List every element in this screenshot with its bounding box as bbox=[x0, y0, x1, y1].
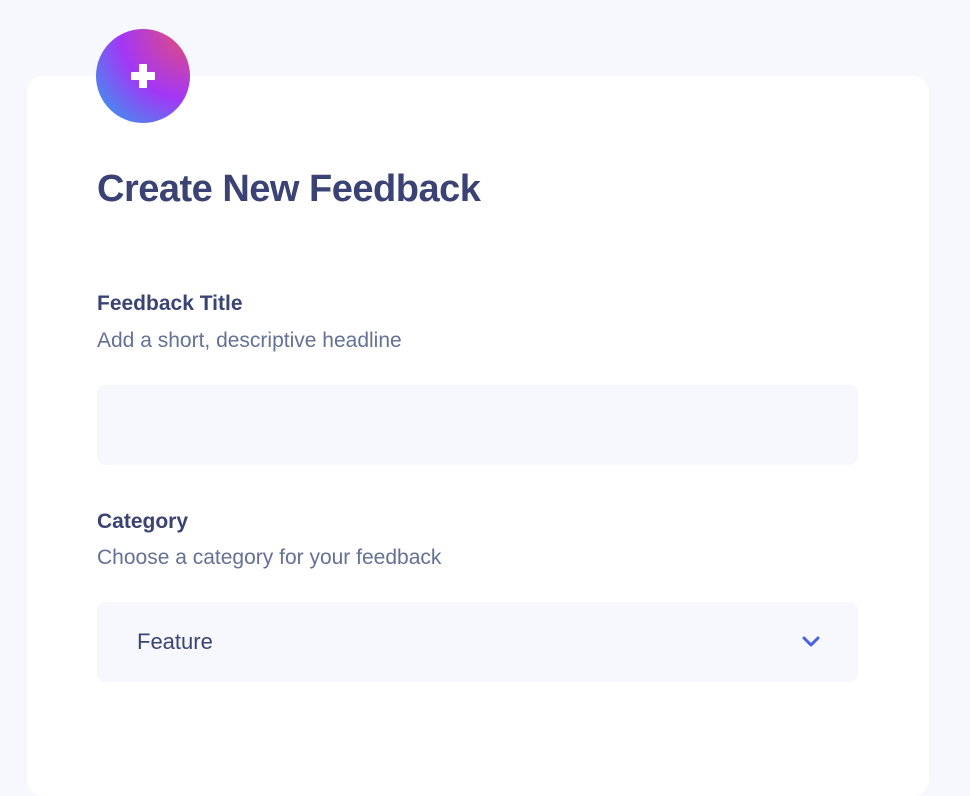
feedback-title-input[interactable] bbox=[97, 385, 858, 465]
page-title: Create New Feedback bbox=[97, 168, 481, 210]
chevron-down-icon bbox=[802, 636, 820, 648]
feedback-title-label: Feedback Title bbox=[97, 292, 243, 315]
plus-icon bbox=[129, 62, 157, 90]
new-feedback-badge bbox=[96, 29, 190, 123]
feedback-title-hint: Add a short, descriptive headline bbox=[97, 329, 402, 352]
category-hint: Choose a category for your feedback bbox=[97, 546, 442, 569]
category-select[interactable]: Feature bbox=[97, 602, 858, 682]
category-label: Category bbox=[97, 510, 189, 533]
category-selected-value: Feature bbox=[137, 629, 213, 654]
